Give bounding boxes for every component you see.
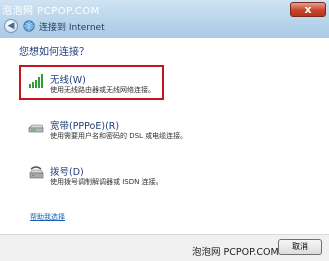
- window-titlebar: 泡泡网 PCPOP.COM x ◀ 连接到 Internet: [0, 0, 329, 38]
- back-button[interactable]: ◀: [4, 19, 18, 33]
- option-broadband-description: 使用需要用户名和密码的 DSL 或电缆连接。: [50, 132, 188, 140]
- option-wireless-title: 无线(W): [50, 75, 86, 86]
- watermark-bottom: 泡泡网 PCPOP.COM: [192, 247, 279, 258]
- watermark-top: 泡泡网 PCPOP.COM: [2, 6, 100, 17]
- option-dialup-title: 拨号(D): [50, 167, 84, 178]
- dialup-modem-icon: [29, 166, 44, 179]
- page-heading: 您想如何连接？: [19, 47, 89, 58]
- option-broadband-title: 宽带(PPPoE)(R): [50, 121, 120, 132]
- close-button[interactable]: x: [290, 2, 326, 17]
- wireless-signal-icon: [29, 74, 43, 88]
- cancel-button[interactable]: 取消: [278, 239, 322, 255]
- window-title: 连接到 Internet: [39, 22, 105, 33]
- broadband-modem-icon: [28, 124, 44, 133]
- help-me-choose-link[interactable]: 帮助我选择: [30, 212, 65, 222]
- option-wireless-description: 使用无线路由器或无线网络连接。: [50, 86, 155, 94]
- globe-icon: [23, 20, 35, 32]
- navigation-row: ◀ 连接到 Internet: [4, 17, 105, 35]
- option-dialup-description: 使用拨号调制解调器或 ISDN 连接。: [50, 178, 163, 186]
